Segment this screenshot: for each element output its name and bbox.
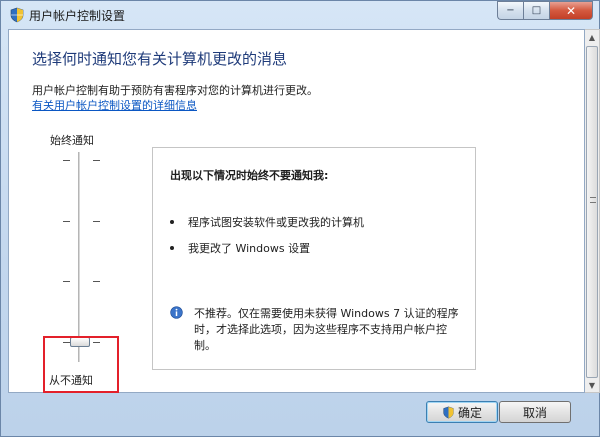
- minimize-icon: −: [506, 5, 515, 16]
- close-button[interactable]: ✕: [549, 1, 593, 20]
- level-description-box: 出现以下情况时始终不要通知我: 程序试图安装软件或更改我的计算机 我更改了 Wi…: [152, 147, 476, 370]
- level-description-title: 出现以下情况时始终不要通知我:: [170, 169, 329, 182]
- close-icon: ✕: [565, 3, 577, 18]
- slider-track[interactable]: [78, 152, 81, 362]
- uac-settings-window: 用户帐户控制设置 − □ ✕ 选择何时通知您有关计算机更改的消息 用户帐户控制有…: [0, 0, 600, 437]
- maximize-icon: □: [531, 5, 542, 16]
- list-item: 程序试图安装软件或更改我的计算机: [170, 214, 364, 230]
- list-item-text: 程序试图安装软件或更改我的计算机: [188, 216, 364, 229]
- ok-button[interactable]: 确定: [426, 401, 498, 423]
- description-text: 用户帐户控制有助于预防有害程序对您的计算机进行更改。: [32, 84, 318, 97]
- slider-tick: [93, 221, 100, 222]
- title-bar[interactable]: 用户帐户控制设置 − □ ✕: [1, 1, 599, 29]
- scroll-up-icon[interactable]: ▲: [585, 30, 599, 45]
- scrollbar-thumb[interactable]: [586, 46, 598, 378]
- vertical-scrollbar[interactable]: ▲ ▼: [585, 29, 600, 393]
- admin-shield-icon: [443, 406, 454, 418]
- grip-icon: [590, 197, 596, 203]
- uac-shield-icon: [10, 7, 24, 23]
- content-panel: 选择何时通知您有关计算机更改的消息 用户帐户控制有助于预防有害程序对您的计算机进…: [8, 29, 585, 393]
- slider-tick: [93, 281, 100, 282]
- slider-tick: [63, 160, 70, 161]
- info-icon: [170, 306, 183, 319]
- minimize-button[interactable]: −: [497, 1, 523, 20]
- bullet-dot: [170, 220, 174, 224]
- cancel-button-label: 取消: [522, 405, 547, 420]
- warning-notice: 不推荐。仅在需要使用未获得 Windows 7 认证的程序时，才选择此选项，因为…: [194, 307, 459, 352]
- window-title: 用户帐户控制设置: [29, 9, 126, 23]
- list-item: 我更改了 Windows 设置: [170, 240, 310, 256]
- scroll-down-icon[interactable]: ▼: [585, 378, 599, 393]
- uac-details-link[interactable]: 有关用户帐户控制设置的详细信息: [32, 97, 197, 113]
- caption-buttons: − □ ✕: [497, 1, 593, 21]
- bullet-dot: [170, 246, 174, 250]
- slider-tick: [63, 281, 70, 282]
- page-heading: 选择何时通知您有关计算机更改的消息: [32, 50, 288, 68]
- ok-button-label: 确定: [457, 405, 482, 420]
- slider-tick: [93, 160, 100, 161]
- list-item-text: 我更改了 Windows 设置: [188, 242, 311, 255]
- slider-tick: [63, 221, 70, 222]
- cancel-button[interactable]: 取消: [499, 401, 571, 423]
- highlight-annotation: [43, 336, 119, 393]
- slider-top-label: 始终通知: [50, 134, 94, 147]
- maximize-button[interactable]: □: [523, 1, 549, 20]
